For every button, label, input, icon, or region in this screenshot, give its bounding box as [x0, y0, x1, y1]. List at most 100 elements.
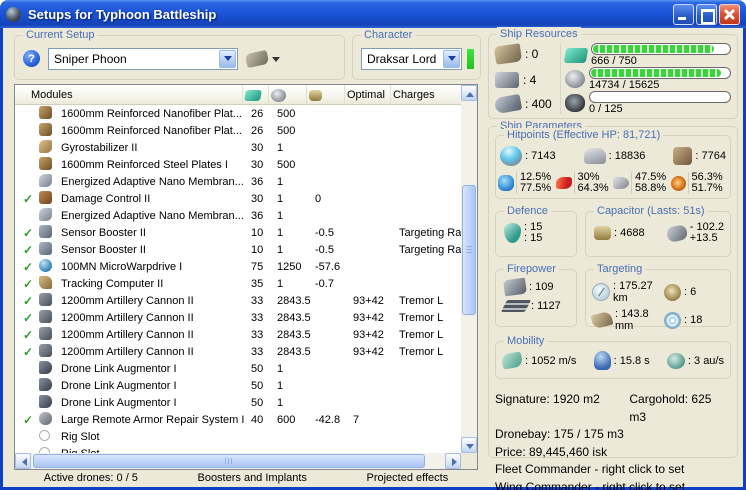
capacitor-label: Capacitor (Lasts: 51s)	[594, 204, 708, 218]
module-row[interactable]: ✓ 1200mm Artillery Cannon II 33 2843.5 9…	[15, 292, 461, 309]
armor-resist-value: 77.5%	[520, 182, 552, 194]
module-name: 1200mm Artillery Cannon II	[61, 328, 194, 341]
module-row[interactable]: 1600mm Reinforced Steel Plates I 30 500	[15, 156, 461, 173]
column-header-powergrid[interactable]	[269, 85, 307, 105]
ship-menu-button[interactable]	[244, 49, 280, 68]
column-header-optimal[interactable]: Optimal	[345, 85, 391, 105]
slot-value: : 0	[525, 47, 539, 61]
module-row[interactable]: ✓ Large Remote Armor Repair System I 40 …	[15, 411, 461, 428]
capacitor-amount: : 4688	[614, 227, 645, 239]
module-charge: Targeting Ran	[399, 243, 461, 256]
column-header-modules[interactable]: Modules	[15, 85, 243, 105]
module-row[interactable]: Drone Link Augmentor I 50 1	[15, 377, 461, 394]
fleet-commander-setter[interactable]: Fleet Commander - right click to set	[495, 461, 731, 479]
maximize-button[interactable]	[696, 3, 717, 25]
scroll-right-button[interactable]	[445, 453, 461, 469]
chevron-down-icon[interactable]	[443, 49, 460, 68]
explosive-resist-icon	[670, 175, 686, 191]
projected-effects-expander[interactable]: Projected effects	[366, 472, 448, 484]
close-button[interactable]	[719, 3, 740, 25]
module-powergrid: 1	[277, 175, 284, 188]
resist-stat: 47.5% 58.8%	[613, 172, 671, 194]
module-cpu: 36	[251, 209, 264, 222]
module-row[interactable]: Rig Slot	[15, 445, 461, 453]
scrollbar-corner	[461, 453, 477, 469]
module-row[interactable]: Rig Slot	[15, 428, 461, 445]
module-cpu: 50	[251, 379, 264, 392]
module-row[interactable]: ✓ 1200mm Artillery Cannon II 33 2843.5 9…	[15, 326, 461, 343]
drone-link-icon	[39, 360, 52, 374]
help-button[interactable]: ?	[23, 50, 40, 67]
module-charge: Targeting Ran	[399, 226, 461, 239]
defence-label: Defence	[504, 204, 551, 218]
module-row[interactable]: ✓ Sensor Booster II 10 1 -0.5 Targeting …	[15, 241, 461, 258]
column-header-cpu[interactable]	[243, 85, 269, 105]
module-row[interactable]: ✓ Sensor Booster II 10 1 -0.5 Targeting …	[15, 224, 461, 241]
powergrid-icon	[271, 88, 286, 102]
hp-value: : 7764	[695, 150, 726, 162]
module-row[interactable]: ✓ Tracking Computer II 35 1 -0.7	[15, 275, 461, 292]
titlebar[interactable]: Setups for Typhoon Battleship	[0, 0, 746, 28]
module-row[interactable]: ✓ 100MN MicroWarpdrive I 75 1250 -57.6	[15, 258, 461, 275]
slot-stat: : 0	[493, 43, 560, 65]
artillery-cannon-icon	[39, 309, 52, 323]
module-row[interactable]: 1600mm Reinforced Nanofiber Plat... 26 5…	[15, 122, 461, 139]
gyrostabilizer-icon	[39, 139, 52, 153]
firepower-volley-icon	[500, 300, 532, 312]
resist-stat: 56.3% 51.7%	[670, 172, 729, 194]
scroll-down-button[interactable]	[461, 437, 477, 453]
vertical-scrollbar[interactable]	[461, 85, 477, 453]
module-optimal: 93+42	[353, 328, 384, 341]
column-header-capacitor[interactable]	[307, 85, 345, 105]
boosters-implants-expander[interactable]: Boosters and Implants	[197, 472, 306, 484]
minimize-button[interactable]	[673, 3, 694, 25]
fitted-check-icon: ✓	[23, 310, 34, 325]
fitted-check-icon: ✓	[23, 259, 34, 274]
armor-plate-icon	[39, 105, 52, 119]
module-row[interactable]: Drone Link Augmentor I 50 1	[15, 360, 461, 377]
eft-setups-window: Setups for Typhoon Battleship Current Se…	[0, 0, 746, 490]
mobility-group: Mobility : 1052 m/s : 15.8 s : 3 au/s	[495, 334, 731, 379]
caret-down-icon	[272, 56, 280, 66]
microwarpdrive-icon	[39, 258, 52, 272]
targeting-value: : 18	[684, 314, 703, 326]
targeting-stat: : 175.27 km	[592, 280, 664, 304]
module-powergrid: 1	[277, 141, 284, 154]
module-name: Damage Control II	[61, 192, 151, 205]
wing-commander-setter[interactable]: Wing Commander - right click to set	[495, 479, 731, 490]
module-optimal: 93+42	[353, 345, 384, 358]
firepower-turret-icon	[502, 277, 528, 297]
module-name: 1200mm Artillery Cannon II	[61, 311, 194, 324]
module-row[interactable]: Energized Adaptive Nano Membran... 36 1	[15, 173, 461, 190]
module-row[interactable]: ✓ 1200mm Artillery Cannon II 33 2843.5 9…	[15, 343, 461, 360]
chevron-down-icon[interactable]	[219, 49, 236, 68]
defence-shield-icon	[504, 223, 521, 243]
scroll-left-button[interactable]	[15, 453, 31, 469]
horizontal-scrollbar[interactable]	[15, 453, 461, 469]
module-row[interactable]: ✓ 1200mm Artillery Cannon II 33 2843.5 9…	[15, 309, 461, 326]
module-cpu: 75	[251, 260, 264, 273]
module-powergrid: 2843.5	[277, 345, 311, 358]
em-resist-icon	[498, 175, 514, 191]
module-row[interactable]: ✓ Damage Control II 30 1 0	[15, 190, 461, 207]
module-charge: Tremor L	[399, 294, 444, 307]
cap-booster-icon	[665, 223, 689, 243]
cargohold-stat: Cargohold: 625 m3	[629, 392, 712, 424]
scroll-up-button[interactable]	[461, 85, 477, 101]
setup-select[interactable]: Sniper Phoon	[48, 47, 238, 70]
hp-stat: : 7143	[500, 146, 556, 166]
active-drones-expander[interactable]: Active drones: 0 / 5	[44, 472, 138, 484]
module-cpu: 10	[251, 243, 264, 256]
module-name: Energized Adaptive Nano Membran...	[61, 209, 244, 222]
hitpoints-group: Hitpoints (Effective HP: 81,721) : 7143 …	[495, 128, 731, 199]
column-header-charges[interactable]: Charges	[391, 85, 461, 105]
module-row[interactable]: 1600mm Reinforced Nanofiber Plat... 26 5…	[15, 105, 461, 122]
module-row[interactable]: Energized Adaptive Nano Membran... 36 1	[15, 207, 461, 224]
module-row[interactable]: Gyrostabilizer II 30 1	[15, 139, 461, 156]
character-select[interactable]: Draksar Lord	[361, 47, 462, 70]
horizontal-scroll-thumb[interactable]	[33, 454, 425, 468]
module-row[interactable]: Drone Link Augmentor I 50 1	[15, 394, 461, 411]
artillery-cannon-icon	[39, 326, 52, 340]
vertical-scroll-thumb[interactable]	[462, 185, 476, 315]
firepower-volley-value: : 1127	[531, 300, 561, 312]
